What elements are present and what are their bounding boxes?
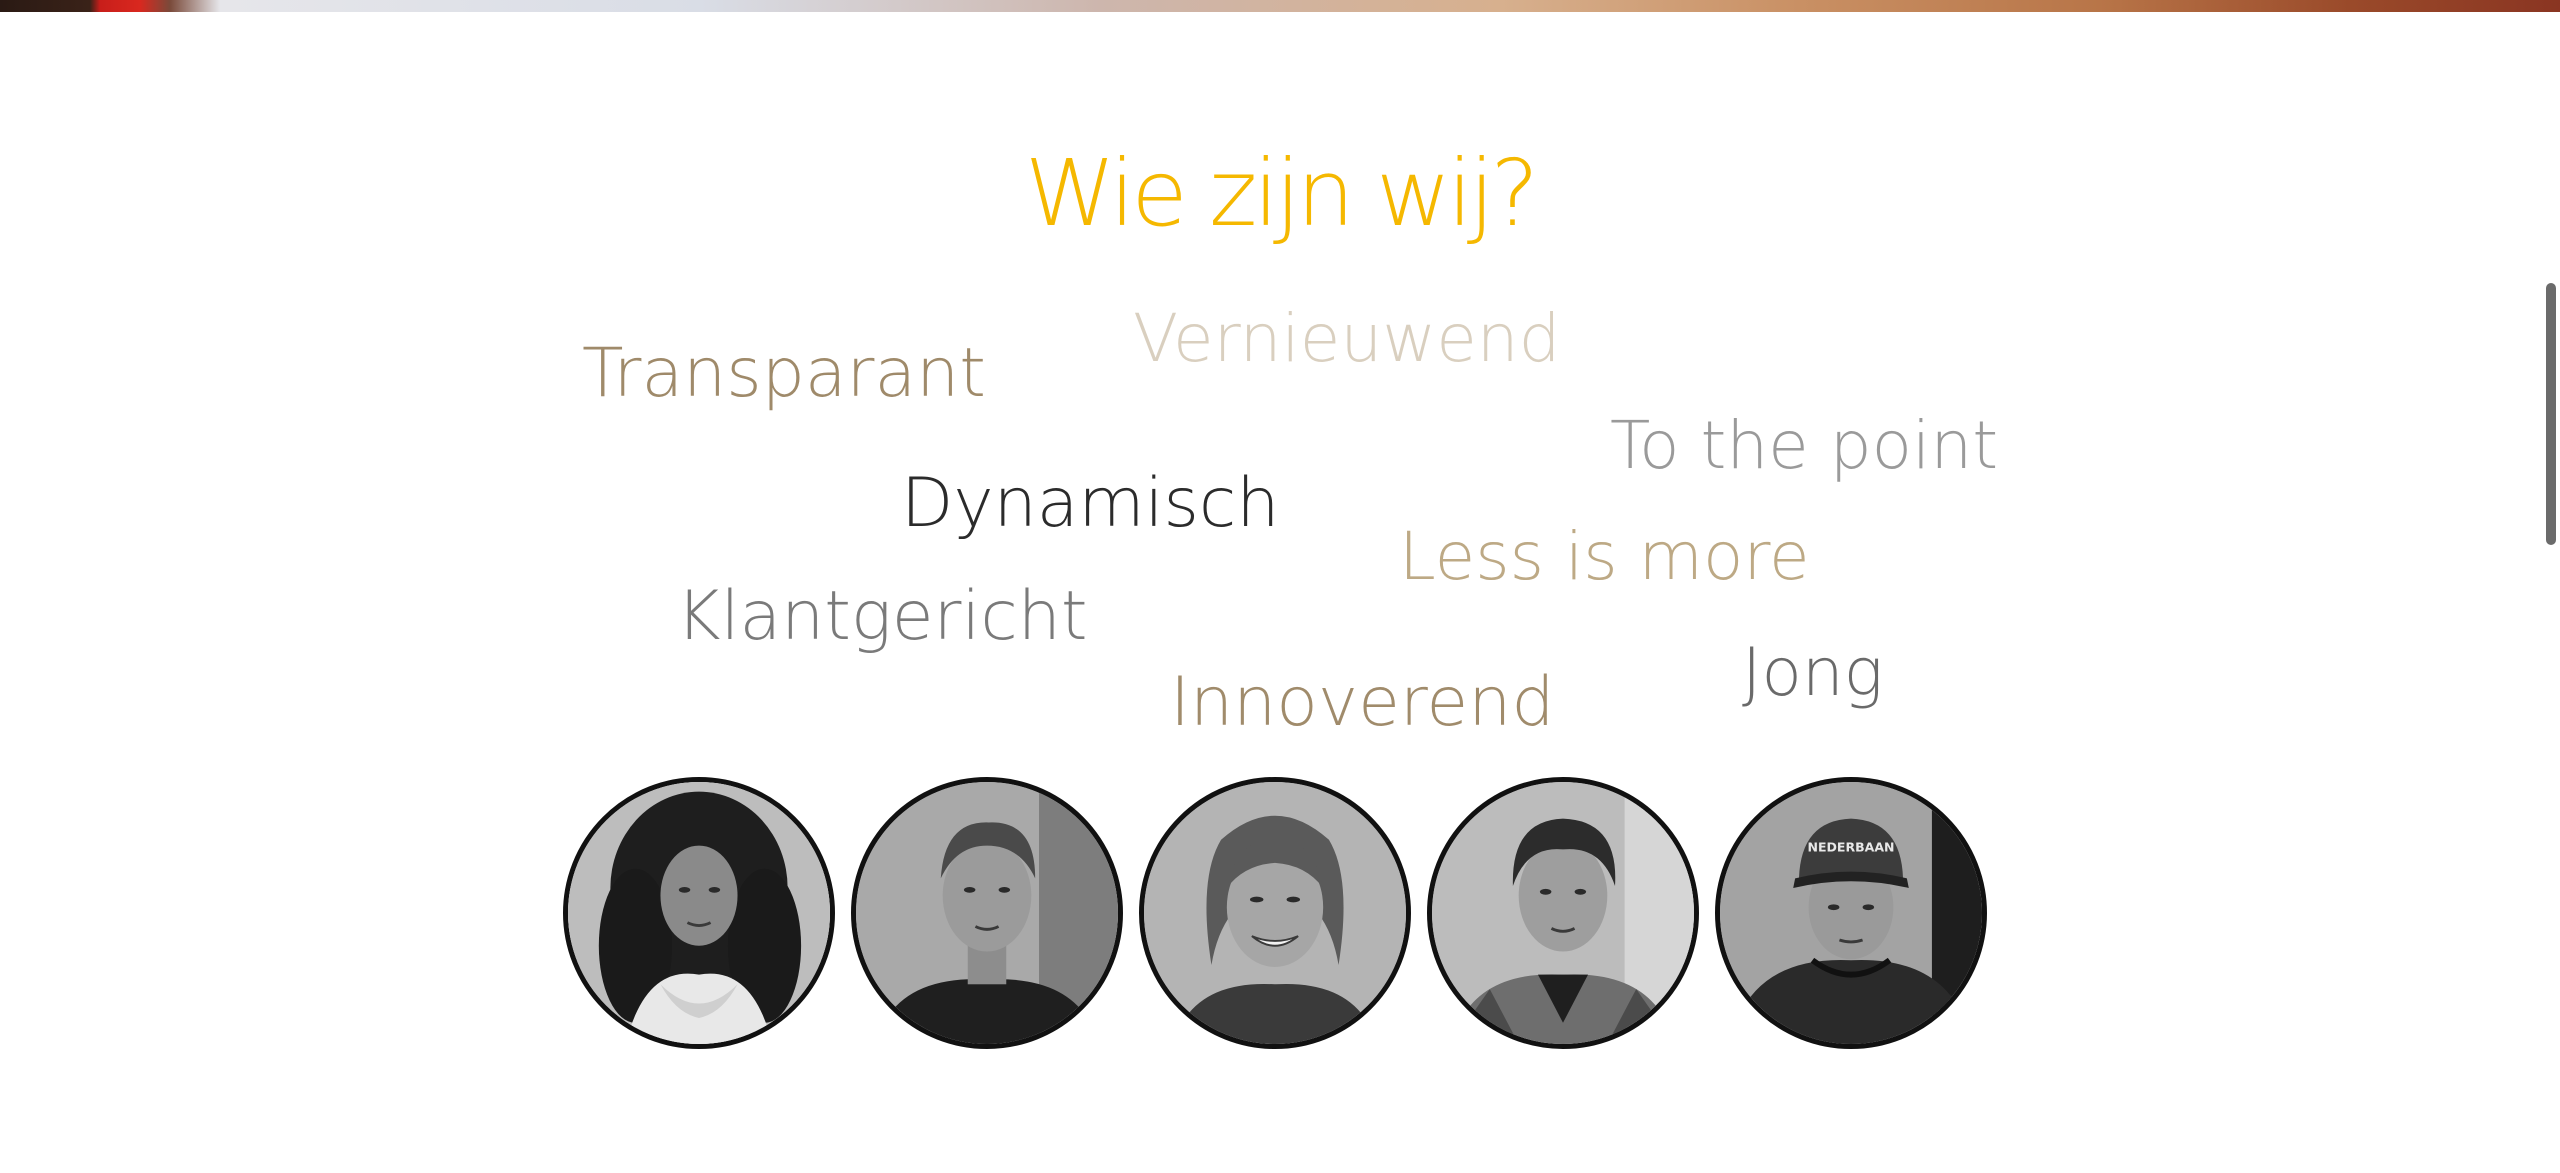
scrollbar-thumb[interactable] — [2546, 283, 2556, 545]
value-word-to-the-point: To the point — [1610, 407, 1999, 484]
team-member-avatar-1[interactable] — [563, 777, 835, 1049]
cap-logo-text: NEDERBAAN — [1808, 839, 1895, 854]
team-member-avatar-2[interactable] — [851, 777, 1123, 1049]
team-member-photo-2-icon — [856, 782, 1118, 1044]
value-word-jong: Jong — [1742, 634, 1884, 711]
team-member-photo-1-icon — [568, 782, 830, 1044]
value-word-transparant: Transparant — [582, 334, 986, 413]
team-member-avatar-4[interactable] — [1427, 777, 1699, 1049]
team-member-avatar-3[interactable] — [1139, 777, 1411, 1049]
team-photos: NEDERBAAN — [563, 777, 1997, 1057]
team-member-avatar-5[interactable]: NEDERBAAN — [1715, 777, 1987, 1049]
team-member-photo-3-icon — [1144, 782, 1406, 1044]
value-word-vernieuwend: Vernieuwend — [1133, 300, 1561, 377]
section-title: Wie zijn wij? — [1024, 140, 1540, 247]
vertical-scrollbar[interactable] — [2540, 0, 2560, 1173]
value-word-innoverend: Innoverend — [1170, 663, 1555, 742]
value-word-klantgericht: Klantgericht — [676, 577, 1088, 656]
team-member-photo-5-icon: NEDERBAAN — [1720, 782, 1982, 1044]
top-banner-image — [0, 0, 2560, 12]
page: Wie zijn wij? Transparant Vernieuwend To… — [0, 0, 2560, 1173]
value-word-less-is-more: Less is more — [1399, 518, 1810, 595]
value-word-dynamisch: Dynamisch — [901, 464, 1280, 543]
team-member-photo-4-icon — [1432, 782, 1694, 1044]
